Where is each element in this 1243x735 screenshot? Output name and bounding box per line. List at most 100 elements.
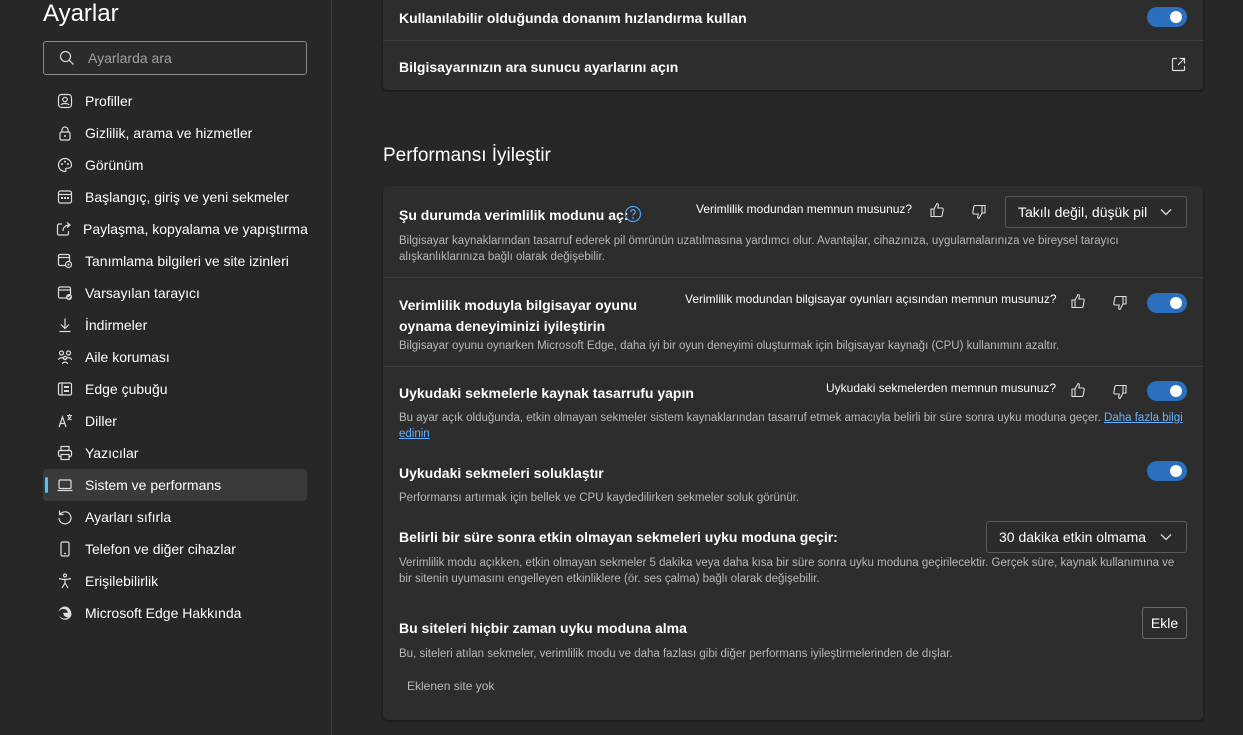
page-title: Ayarlar [43, 0, 119, 27]
gaming-title-line2: oynama deneyiminizi iyileştirin [399, 318, 606, 334]
efficiency-dropdown[interactable]: Takılı değil, düşük pil [1005, 196, 1187, 228]
thumbs-up-icon[interactable] [1070, 293, 1086, 309]
sleeping-tabs-group: Uykudaki sekmelerle kaynak tasarrufu yap… [383, 367, 1203, 720]
profile-icon [56, 92, 74, 110]
sidebar: Ayarlar Profiller Gizlilik, arama ve hiz… [0, 0, 332, 735]
sidebar-item-printers[interactable]: Yazıcılar [43, 437, 307, 469]
sidebar-item-profiles[interactable]: Profiller [43, 85, 307, 117]
sidebar-nav: Profiller Gizlilik, arama ve hizmetler G… [43, 85, 308, 629]
sidebar-item-appearance[interactable]: Görünüm [43, 149, 307, 181]
sidebar-item-downloads[interactable]: İndirmeler [43, 309, 307, 341]
gaming-title-line1: Verimlilik moduyla bilgisayar oyunu [399, 297, 638, 313]
sidebar-item-family[interactable]: Aile koruması [43, 341, 307, 373]
add-site-button[interactable]: Ekle [1142, 607, 1187, 639]
efficiency-feedback-question: Verimlilik modundan memnun musunuz? [696, 202, 913, 216]
sidebar-item-label: Paylaşma, kopyalama ve yapıştırma [83, 221, 308, 237]
sidebar-item-label: Diller [85, 413, 117, 429]
family-icon [56, 348, 74, 366]
chevron-down-icon [1160, 209, 1172, 216]
hw-accel-toggle[interactable] [1147, 7, 1187, 27]
thumbs-down-icon[interactable] [971, 204, 987, 220]
efficiency-row: Şu durumda verimlilik modunu aç: Verimli… [383, 186, 1203, 278]
reset-icon [56, 508, 74, 526]
phone-icon [56, 540, 74, 558]
sidebar-item-label: Ayarları sıfırla [85, 509, 172, 525]
hw-accel-row: Kullanılabilir olduğunda donanım hızland… [383, 0, 1203, 41]
site-permissions-icon [56, 252, 74, 270]
sidebar-item-label: Telefon ve diğer cihazlar [85, 541, 236, 557]
edge-bar-icon [56, 380, 74, 398]
printer-icon [56, 444, 74, 462]
thumbs-down-icon[interactable] [1112, 384, 1128, 400]
fade-tabs-toggle[interactable] [1147, 461, 1187, 481]
palette-icon [56, 156, 74, 174]
sidebar-item-label: Sistem ve performans [85, 477, 222, 493]
search-input[interactable] [88, 50, 288, 66]
sleeping-tabs-toggle[interactable] [1147, 381, 1187, 401]
sidebar-item-phone[interactable]: Telefon ve diğer cihazlar [43, 533, 307, 565]
thumbs-down-icon[interactable] [1112, 295, 1128, 311]
thumbs-up-icon[interactable] [1070, 382, 1086, 398]
gaming-feedback-question: Verimlilik modundan bilgisayar oyunları … [685, 292, 1057, 306]
lock-icon [56, 124, 74, 142]
sleeping-tabs-feedback-question: Uykudaki sekmelerden memnun musunuz? [826, 381, 1057, 395]
sidebar-item-privacy[interactable]: Gizlilik, arama ve hizmetler [43, 117, 307, 149]
language-icon [56, 412, 74, 430]
sidebar-item-reset[interactable]: Ayarları sıfırla [43, 501, 307, 533]
sleeping-tabs-description: Bu ayar açık olduğunda, etkin olmayan se… [399, 410, 1184, 442]
sleep-after-description: Verimlilik modu açıkken, etkin olmayan s… [399, 557, 1175, 585]
sidebar-item-accessibility[interactable]: Erişilebilirlik [43, 565, 307, 597]
thumbs-up-icon[interactable] [929, 202, 945, 218]
sidebar-item-label: Görünüm [85, 157, 144, 173]
chevron-down-icon [1160, 534, 1172, 541]
sleep-after-dropdown[interactable]: 30 dakika etkin olmama [986, 521, 1187, 553]
sleeping-tabs-description-text: Bu ayar açık olduğunda, etkin olmayan se… [399, 412, 1105, 424]
sleep-after-title: Belirli bir süre sonra etkin olmayan sek… [399, 529, 838, 545]
sidebar-item-label: Edge çubuğu [85, 381, 168, 397]
proxy-label: Bilgisayarınızın ara sunucu ayarlarını a… [399, 59, 679, 75]
gaming-toggle[interactable] [1147, 293, 1187, 313]
sidebar-item-label: Erişilebilirlik [85, 573, 159, 589]
system-card: Kullanılabilir olduğunda donanım hızland… [383, 0, 1203, 90]
sidebar-item-label: Varsayılan tarayıcı [85, 285, 200, 301]
sleep-after-dropdown-value: 30 dakika etkin olmama [999, 529, 1147, 545]
sidebar-item-label: Microsoft Edge Hakkında [85, 605, 242, 621]
help-icon[interactable] [624, 205, 642, 223]
gaming-title: Verimlilik moduyla bilgisayar oyunu oyna… [399, 295, 637, 337]
sidebar-item-edge-bar[interactable]: Edge çubuğu [43, 373, 307, 405]
never-sleep-title: Bu siteleri hiçbir zaman uyku moduna alm… [399, 620, 687, 636]
sidebar-item-label: Profiller [85, 93, 133, 109]
sidebar-item-languages[interactable]: Diller [43, 405, 307, 437]
search-icon [59, 50, 74, 65]
window-icon [56, 188, 74, 206]
sidebar-item-label: Aile koruması [85, 349, 170, 365]
external-link-icon[interactable] [1171, 57, 1186, 72]
efficiency-description: Bilgisayar kaynaklarından tasarruf edere… [399, 235, 1119, 263]
search-box[interactable] [43, 41, 307, 75]
sleeping-tabs-title: Uykudaki sekmelerle kaynak tasarrufu yap… [399, 385, 694, 401]
no-sites-text: Eklenen site yok [407, 679, 495, 693]
sidebar-item-about[interactable]: Microsoft Edge Hakkında [43, 597, 307, 629]
sidebar-item-label: Başlangıç, giriş ve yeni sekmeler [85, 189, 289, 205]
sidebar-item-label: Tanımlama bilgileri ve site izinleri [85, 253, 289, 269]
sidebar-item-default-browser[interactable]: Varsayılan tarayıcı [43, 277, 307, 309]
fade-tabs-title: Uykudaki sekmeleri soluklaştır [399, 465, 604, 481]
sidebar-item-site-permissions[interactable]: Tanımlama bilgileri ve site izinleri [43, 245, 307, 277]
sidebar-item-label: İndirmeler [85, 317, 148, 333]
gaming-row: Verimlilik moduyla bilgisayar oyunu oyna… [383, 278, 1203, 367]
accessibility-icon [56, 572, 74, 590]
download-icon [56, 316, 74, 334]
hw-accel-label: Kullanılabilir olduğunda donanım hızland… [399, 10, 747, 26]
sidebar-item-startup[interactable]: Başlangıç, giriş ve yeni sekmeler [43, 181, 307, 213]
sidebar-item-label: Gizlilik, arama ve hizmetler [85, 125, 253, 141]
sidebar-item-share[interactable]: Paylaşma, kopyalama ve yapıştırma [43, 213, 308, 245]
sidebar-item-system[interactable]: Sistem ve performans [43, 469, 307, 501]
edge-logo-icon [56, 604, 74, 622]
sidebar-item-label: Yazıcılar [85, 445, 139, 461]
default-browser-icon [56, 284, 74, 302]
share-icon [56, 220, 72, 238]
proxy-row[interactable]: Bilgisayarınızın ara sunucu ayarlarını a… [383, 41, 1203, 90]
laptop-icon [56, 476, 74, 494]
performance-card: Şu durumda verimlilik modunu aç: Verimli… [383, 186, 1203, 720]
efficiency-title: Şu durumda verimlilik modunu aç: [399, 207, 629, 223]
